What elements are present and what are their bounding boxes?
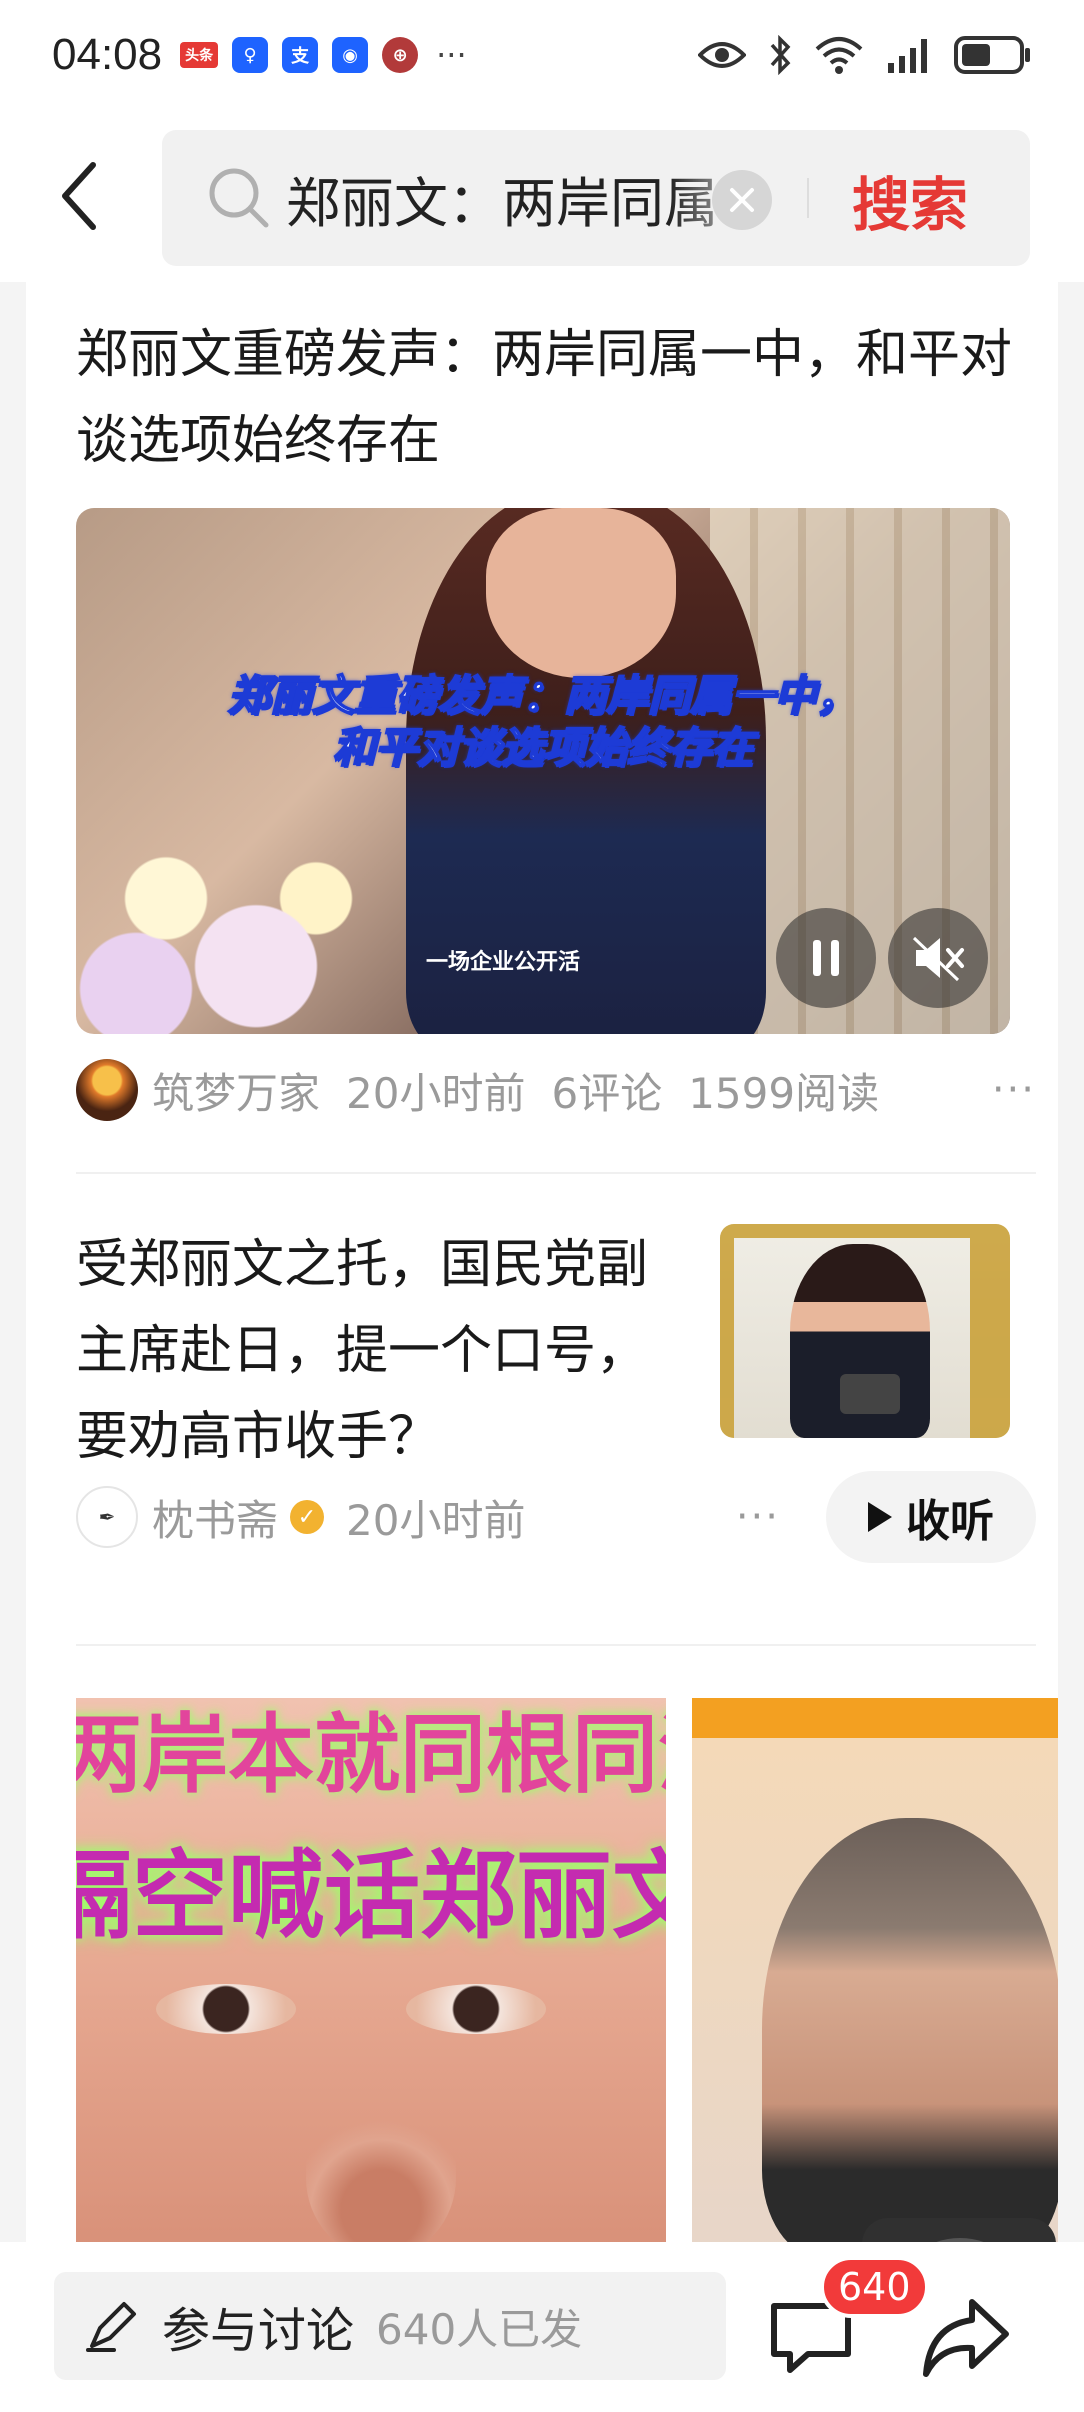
video-caption-line-1: 郑丽文重磅发声：两岸同属一中， [227,670,859,721]
discussion-count: 640人已发 [376,2304,583,2354]
back-button[interactable] [44,156,114,236]
notification-icons: 头条 ♀ 支 ◉ ⊕ ··· [180,36,467,74]
divider [76,1644,1036,1646]
thumbnail-eye-right [406,1984,546,2034]
author-name[interactable]: 枕书斋 [152,1487,278,1548]
discussion-label: 参与讨论 [162,2303,355,2359]
listen-button[interactable]: 收听 [826,1471,1036,1563]
article-thumbnail[interactable] [720,1224,1010,1438]
article-meta: 筑梦万家 20小时前 6评论 1599阅读 ··· [76,1058,1036,1122]
bank-notification-icon: ⊕ [382,37,419,73]
more-options-button[interactable]: ··· [992,1067,1036,1113]
discussion-input[interactable]: 参与讨论 640人已发 [54,2272,726,2380]
video-flowers [76,808,376,1034]
thumbnail-eye-left [156,1984,296,2034]
search-box[interactable]: 郑丽文：两岸同属一中，和平对谈选项始终存在 搜索 [162,130,1030,266]
bottom-action-bar: 参与讨论 640人已发 640 [0,2242,1084,2412]
wifi-icon [814,35,864,75]
bluetooth-icon [768,35,792,75]
divider [76,1172,1036,1174]
results-feed: 郑丽文重磅发声：两岸同属一中，和平对谈选项始终存在 郑丽文重磅发声：两岸同属一中… [26,282,1058,2242]
search-divider [807,178,809,218]
app-notification-icon: ◉ [332,37,369,73]
comment-count: 6评论 [551,1068,663,1118]
video-thumbnail-right[interactable] [692,1698,1058,2242]
signal-icon [886,37,932,73]
author-name[interactable]: 筑梦万家 [152,1060,320,1121]
search-button[interactable]: 搜索 [852,158,968,242]
mute-button[interactable] [888,908,988,1008]
pause-icon [813,940,839,976]
video-speaker-face [486,508,676,678]
more-options-button[interactable]: ··· [736,1494,780,1540]
article-title[interactable]: 郑丽文重磅发声：两岸同属一中，和平对谈选项始终存在 [76,312,1036,484]
floating-mini-player[interactable] [862,2218,1056,2242]
status-bar: 04:08 头条 ♀ 支 ◉ ⊕ ··· [0,0,1084,110]
back-arrow-icon [62,162,96,230]
listen-label: 收听 [906,1496,994,1547]
clear-search-button[interactable] [712,170,772,230]
eye-icon [698,39,746,71]
thumbnail-banner-text-1: 两岸本就同根同源 [76,1705,666,1805]
toutiao-notification-icon: 头条 [180,42,219,68]
share-icon[interactable] [920,2296,1010,2380]
video-caption-line-2: 和平对谈选项始终存在 [332,722,754,773]
status-time: 04:08 [52,30,163,79]
author-avatar[interactable]: ✒ [76,1486,138,1548]
comment-count-badge: 640 [820,2256,929,2318]
pause-button[interactable] [776,908,876,1008]
search-icon [209,168,269,228]
video-player[interactable]: 郑丽文重磅发声：两岸同属一中， 和平对谈选项始终存在 一场企业公开活 [76,508,1010,1034]
more-notifications-icon: ··· [436,36,467,74]
publish-time: 20小时前 [346,1495,526,1545]
news-search-result-page: 04:08 头条 ♀ 支 ◉ ⊕ ··· 郑丽文：两岸同属 搜索 郑丽文重磅发声… [0,0,1084,2412]
verified-badge-icon: ✓ [290,1500,325,1534]
publish-time: 20小时前 [346,1068,526,1118]
search-input[interactable]: 郑丽文：两岸同属一中，和平对谈选项始终存在 [286,159,766,238]
video-thumbnail-left[interactable]: 两岸本就同根同源 隔空喊话郑丽文知行 [76,1698,666,2242]
mute-icon [912,936,964,982]
alipay-notification-icon: 支 [282,37,319,73]
thumbnail-nose [306,2098,456,2242]
article-title[interactable]: 受郑丽文之托，国民党副主席赴日，提一个口号，要劝高市收手？ [76,1222,696,1480]
close-icon [730,188,754,212]
video-caption: 郑丽文重磅发声：两岸同属一中， 和平对谈选项始终存在 [76,670,1010,774]
pen-icon [86,2302,136,2352]
battery-icon [954,36,1032,74]
thumbnail-banner-text-2: 隔空喊话郑丽文知行 [76,1840,666,1952]
search-header: 郑丽文：两岸同属一中，和平对谈选项始终存在 搜索 [0,110,1084,282]
thumbnail-podium [840,1374,900,1414]
author-avatar[interactable] [76,1059,138,1121]
article-meta: ✒ 枕书斋 ✓ 20小时前 ··· 收听 [76,1471,1036,1563]
play-icon [868,1502,892,1532]
bulb-notification-icon: ♀ [232,37,269,73]
thumbnail-person [762,1818,1058,2242]
read-count: 1599阅读 [688,1068,880,1118]
video-subtitle: 一场企业公开活 [426,950,581,975]
system-status-icons [698,35,1032,75]
